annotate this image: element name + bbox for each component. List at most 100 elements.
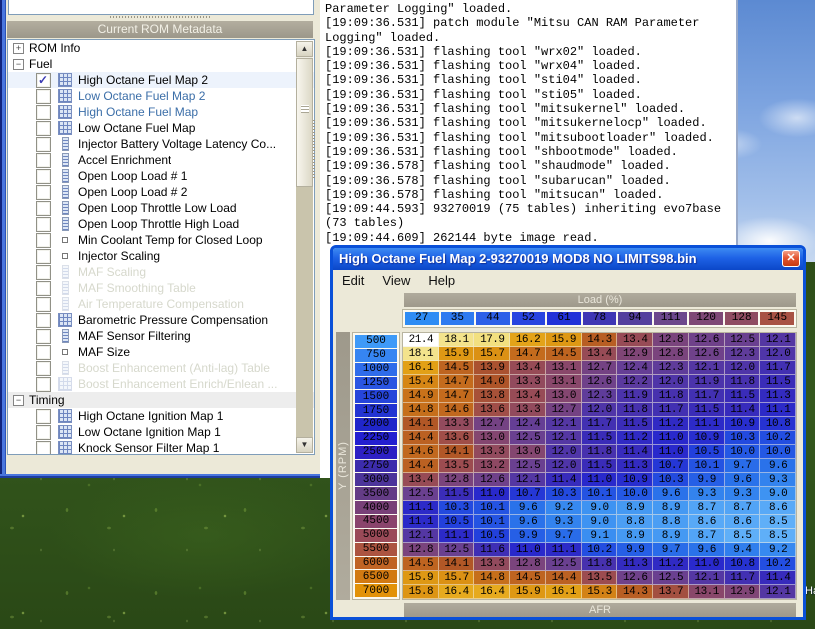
map-cell[interactable]: 8.7 [689, 529, 725, 543]
map-cell[interactable]: 12.6 [689, 333, 725, 347]
tree-item[interactable]: Open Loop Throttle High Load [8, 216, 314, 232]
map-cell[interactable]: 14.5 [439, 361, 475, 375]
load-header-cell[interactable]: 111 [654, 312, 688, 325]
map-cell[interactable]: 12.1 [510, 473, 546, 487]
rpm-header-cell[interactable]: 6000 [355, 557, 397, 570]
rom-list-box[interactable] [8, 0, 314, 15]
map-cell[interactable]: 12.5 [403, 487, 439, 501]
map-cell[interactable]: 15.7 [474, 347, 510, 361]
map-cell[interactable]: 9.2 [760, 543, 796, 557]
map-cell[interactable]: 13.7 [653, 585, 689, 599]
map-window-titlebar[interactable]: High Octane Fuel Map 2-93270019 MOD8 NO … [333, 248, 803, 270]
map-cell[interactable]: 12.1 [546, 417, 582, 431]
map-cell[interactable]: 8.6 [689, 515, 725, 529]
map-cell[interactable]: 9.3 [546, 515, 582, 529]
map-cell[interactable]: 10.8 [725, 557, 761, 571]
map-cell[interactable]: 12.6 [689, 347, 725, 361]
map-cell[interactable]: 12.0 [546, 445, 582, 459]
map-cell[interactable]: 14.8 [474, 571, 510, 585]
expand-toggle-icon[interactable]: − [13, 59, 24, 70]
map-cell[interactable]: 9.9 [510, 529, 546, 543]
checkbox[interactable] [36, 201, 51, 216]
map-cell[interactable]: 12.7 [474, 417, 510, 431]
map-cell[interactable]: 8.8 [617, 515, 653, 529]
map-cell[interactable]: 13.5 [439, 459, 475, 473]
map-cell[interactable]: 9.6 [510, 501, 546, 515]
map-cell[interactable]: 11.7 [725, 571, 761, 585]
map-cell[interactable]: 11.5 [439, 487, 475, 501]
map-cell[interactable]: 12.8 [653, 347, 689, 361]
map-cell[interactable]: 16.2 [510, 333, 546, 347]
map-cell[interactable]: 11.7 [582, 417, 618, 431]
map-cell[interactable]: 11.6 [474, 543, 510, 557]
map-cell[interactable]: 11.1 [689, 417, 725, 431]
map-cell[interactable]: 14.3 [582, 333, 618, 347]
map-cell[interactable]: 12.9 [617, 347, 653, 361]
rpm-header-cell[interactable]: 4500 [355, 515, 397, 528]
load-header-cell[interactable]: 44 [476, 312, 510, 325]
tree-item[interactable]: High Octane Fuel Map [8, 104, 314, 120]
map-cell[interactable]: 11.0 [510, 543, 546, 557]
map-cell[interactable]: 12.0 [725, 361, 761, 375]
tree-item[interactable]: Low Octane Fuel Map 2 [8, 88, 314, 104]
menu-item-help[interactable]: Help [419, 273, 464, 288]
tree-item[interactable]: Boost Enhancement Enrich/Enlean ... [8, 376, 314, 392]
map-cell[interactable]: 12.1 [760, 585, 796, 599]
map-cell[interactable]: 11.8 [653, 389, 689, 403]
load-header-cell[interactable]: 94 [618, 312, 652, 325]
vertical-splitter-grip[interactable] [311, 120, 318, 178]
map-cell[interactable]: 9.6 [653, 487, 689, 501]
map-cell[interactable]: 9.2 [546, 501, 582, 515]
map-cell[interactable]: 11.8 [582, 557, 618, 571]
map-cell[interactable]: 15.8 [403, 585, 439, 599]
tree-scrollbar[interactable]: ▲ ▼ [296, 41, 313, 453]
map-cell[interactable]: 8.6 [725, 515, 761, 529]
map-cell[interactable]: 12.3 [725, 347, 761, 361]
tree-item[interactable]: Open Loop Load # 2 [8, 184, 314, 200]
map-cell[interactable]: 12.1 [689, 571, 725, 585]
checkbox[interactable] [36, 265, 51, 280]
checkbox[interactable] [36, 169, 51, 184]
map-cell[interactable]: 15.9 [546, 333, 582, 347]
tree-item[interactable]: ✓High Octane Fuel Map 2 [8, 72, 314, 88]
map-cell[interactable]: 10.5 [474, 529, 510, 543]
map-cell[interactable]: 13.3 [510, 375, 546, 389]
map-cell[interactable]: 11.9 [689, 375, 725, 389]
map-cell[interactable]: 9.7 [546, 529, 582, 543]
map-cell[interactable]: 14.5 [403, 557, 439, 571]
map-cell[interactable]: 14.9 [403, 389, 439, 403]
map-cell[interactable]: 11.4 [760, 571, 796, 585]
checkbox[interactable] [36, 217, 51, 232]
map-cell[interactable]: 14.1 [439, 445, 475, 459]
load-header-cell[interactable]: 52 [512, 312, 546, 325]
map-cell[interactable]: 14.4 [403, 459, 439, 473]
map-cell[interactable]: 11.8 [582, 445, 618, 459]
rpm-header-cell[interactable]: 1500 [355, 390, 397, 403]
rpm-header-cell[interactable]: 750 [355, 349, 397, 362]
map-cell[interactable]: 13.3 [474, 557, 510, 571]
checkbox[interactable] [36, 425, 51, 440]
rpm-header-cell[interactable]: 2000 [355, 418, 397, 431]
tree-item[interactable]: Low Octane Ignition Map 1 [8, 424, 314, 440]
tree-item[interactable]: Injector Scaling [8, 248, 314, 264]
map-cell[interactable]: 10.2 [760, 557, 796, 571]
checkbox[interactable] [36, 233, 51, 248]
tree-item[interactable]: High Octane Ignition Map 1 [8, 408, 314, 424]
tree-section-rom-info[interactable]: +ROM Info [8, 40, 314, 56]
map-cell[interactable]: 14.3 [617, 585, 653, 599]
load-header-cell[interactable]: 120 [689, 312, 723, 325]
map-cell[interactable]: 12.9 [725, 585, 761, 599]
map-cell[interactable]: 15.3 [582, 585, 618, 599]
rpm-header-cell[interactable]: 2250 [355, 432, 397, 445]
tree-item[interactable]: Boost Enhancement (Anti-lag) Table [8, 360, 314, 376]
map-cell[interactable]: 8.5 [725, 529, 761, 543]
map-cell[interactable]: 10.0 [760, 445, 796, 459]
checkbox[interactable] [36, 377, 51, 392]
rpm-header-cell[interactable]: 7000 [355, 584, 397, 597]
tree-item[interactable]: Knock Sensor Filter Map 1 [8, 440, 314, 455]
rpm-header-cell[interactable]: 5500 [355, 543, 397, 556]
tree-item[interactable]: Accel Enrichment [8, 152, 314, 168]
map-cell[interactable]: 16.4 [474, 585, 510, 599]
map-cell[interactable]: 11.4 [725, 403, 761, 417]
map-cell[interactable]: 9.7 [725, 459, 761, 473]
